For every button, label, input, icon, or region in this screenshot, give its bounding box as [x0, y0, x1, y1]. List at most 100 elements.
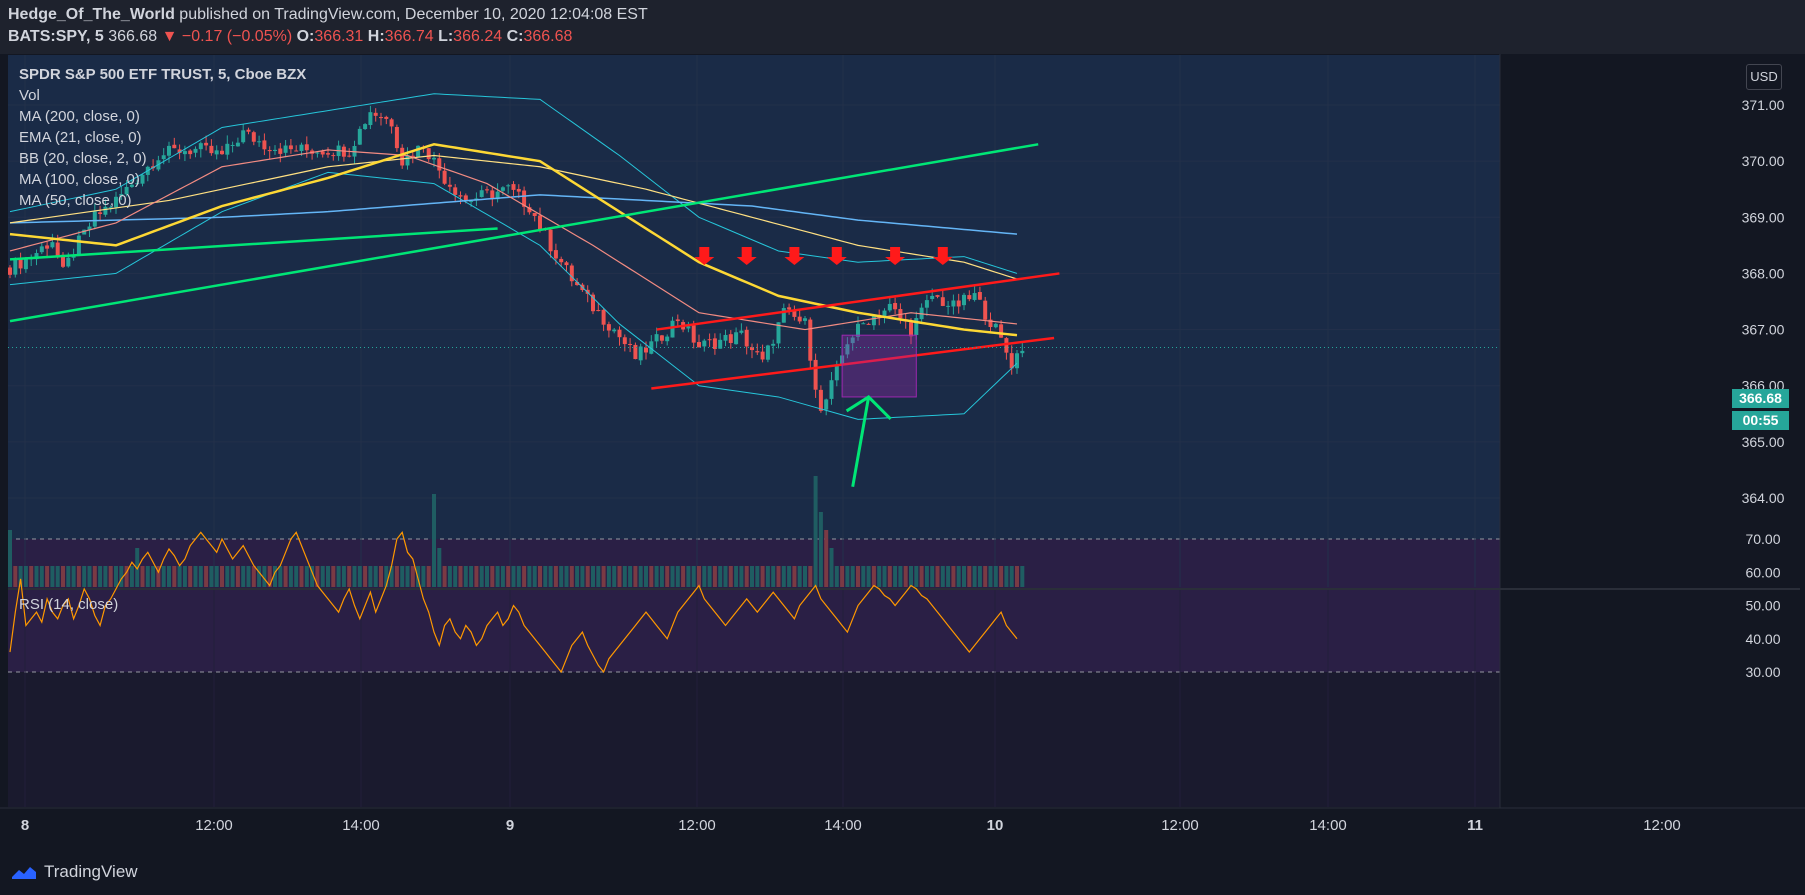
- volume-bar: [845, 566, 850, 587]
- candle-body: [999, 324, 1004, 338]
- volume-bar: [246, 566, 251, 587]
- volume-bar: [856, 566, 860, 587]
- candle-body: [771, 343, 776, 346]
- volume-bar: [400, 566, 405, 587]
- candle-body: [214, 150, 219, 155]
- volume-bar: [670, 566, 675, 587]
- candle-body: [538, 215, 542, 230]
- low-label: L:: [438, 28, 454, 45]
- volume-bar: [45, 566, 50, 587]
- candle-body: [405, 155, 410, 166]
- candle-body: [940, 297, 945, 306]
- candle-body: [956, 300, 961, 307]
- volume-bar: [792, 566, 797, 587]
- candle-body: [299, 144, 304, 151]
- volume-bar: [606, 566, 611, 587]
- candle-body: [384, 116, 389, 119]
- legend-ema21[interactable]: EMA (21, close, 0): [19, 129, 142, 146]
- candle-body: [315, 152, 320, 154]
- time-tick-label: 12:00: [195, 817, 233, 834]
- volume-bar: [829, 548, 834, 587]
- volume-bar: [151, 566, 156, 587]
- candle-body: [887, 303, 892, 311]
- candle-body: [723, 334, 728, 341]
- candle-body: [182, 151, 187, 155]
- price-tick-label: 364.00: [1742, 490, 1785, 506]
- volume-bar: [834, 566, 839, 587]
- candle-body: [45, 245, 50, 249]
- volume-bar: [257, 566, 262, 587]
- volume-bar: [172, 566, 177, 587]
- time-tick-label: 14:00: [342, 817, 380, 834]
- legend-ma100[interactable]: MA (100, close, 0): [19, 171, 140, 188]
- rsi-label[interactable]: RSI (14, close): [19, 596, 118, 613]
- volume-bar: [967, 566, 972, 587]
- volume-bar: [580, 566, 585, 587]
- volume-bar: [977, 566, 982, 587]
- volume-bar: [87, 566, 92, 587]
- candle-body: [220, 150, 224, 155]
- volume-bar: [304, 566, 309, 587]
- volume-bar: [320, 566, 325, 587]
- currency-button[interactable]: USD: [1746, 64, 1782, 90]
- volume-bar: [167, 566, 171, 587]
- volume-bar: [813, 476, 818, 587]
- candle-body: [760, 351, 765, 360]
- volume-bar: [601, 566, 606, 587]
- volume-bar: [220, 566, 224, 587]
- volume-bar: [760, 566, 765, 587]
- volume-bar: [506, 566, 511, 587]
- volume-bar: [659, 566, 664, 587]
- volume-bar: [103, 566, 108, 587]
- legend-volume[interactable]: Vol: [19, 87, 40, 104]
- candle-body: [686, 326, 691, 329]
- volume-bar: [750, 566, 754, 587]
- volume-bar: [363, 566, 368, 587]
- candle-body: [866, 323, 871, 325]
- volume-bar: [326, 566, 330, 587]
- legend-bb[interactable]: BB (20, close, 2, 0): [19, 150, 147, 167]
- high-value: 366.74: [384, 28, 434, 45]
- candle-body: [728, 334, 733, 343]
- candle-body: [204, 142, 209, 146]
- volume-bar: [495, 566, 500, 587]
- candle-body: [193, 148, 198, 153]
- legend-ma50[interactable]: MA (50, close, 0): [19, 192, 132, 209]
- volume-bar: [935, 566, 940, 587]
- candle-body: [257, 141, 262, 143]
- volume-bar: [500, 566, 505, 587]
- volume-bar: [893, 566, 898, 587]
- candle-body: [13, 259, 18, 275]
- candle-body: [368, 112, 373, 126]
- chart-canvas[interactable]: 8 12:00 14:00 9 12:00 14:00 10 12:00 14:00 11 12:0…: [0, 54, 1805, 856]
- volume-bar: [490, 566, 495, 587]
- candle-body: [744, 329, 749, 347]
- candle-body: [432, 157, 436, 160]
- candle-body: [808, 319, 813, 361]
- volume-bar: [198, 566, 203, 587]
- volume-bar: [13, 566, 18, 587]
- candle-body: [437, 158, 442, 171]
- volume-bar: [214, 566, 219, 587]
- volume-bar: [797, 566, 802, 587]
- volume-bar: [426, 566, 431, 587]
- legend-ma200[interactable]: MA (200, close, 0): [19, 108, 140, 125]
- volume-bar: [516, 566, 521, 587]
- candle-body: [331, 155, 336, 157]
- volume-bar: [850, 566, 855, 587]
- volume-bar: [66, 566, 71, 587]
- volume-bar: [182, 566, 187, 587]
- volume-bar: [840, 566, 845, 587]
- volume-bar: [861, 566, 866, 587]
- volume-bar: [707, 566, 712, 587]
- legend-title[interactable]: SPDR S&P 500 ETF TRUST, 5, Cboe BZX: [19, 66, 306, 83]
- candle-body: [924, 300, 929, 308]
- volume-bar: [209, 566, 214, 587]
- tradingview-logo[interactable]: TradingView: [10, 862, 138, 882]
- candle-body: [1020, 350, 1025, 354]
- candle-body: [357, 128, 362, 145]
- author-name[interactable]: Hedge_Of_The_World: [8, 6, 175, 23]
- candle-body: [373, 112, 378, 116]
- price-tick-label: 365.00: [1742, 434, 1785, 450]
- candle-body: [553, 250, 558, 259]
